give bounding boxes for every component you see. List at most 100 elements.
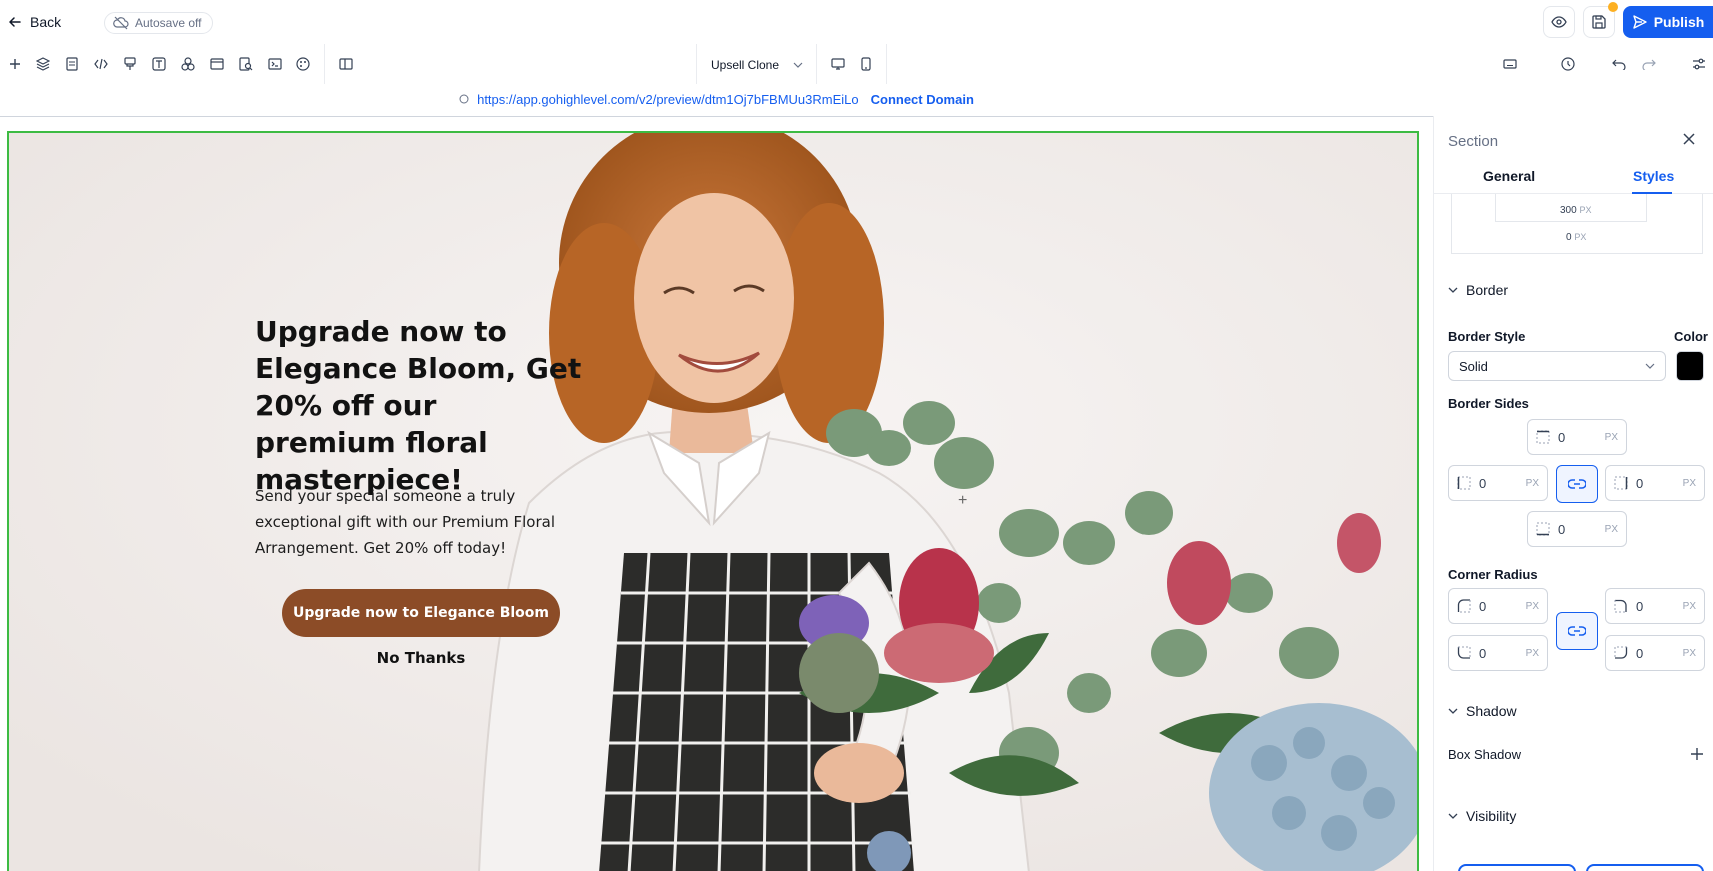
top-bar: Back Autosave off Publish bbox=[0, 0, 1713, 44]
radius-top-right-input[interactable]: 0 PX bbox=[1605, 588, 1705, 624]
smartphone-icon bbox=[861, 57, 871, 71]
upgrade-button[interactable]: Upgrade now to Elegance Bloom bbox=[282, 589, 560, 637]
desktop-view-button[interactable] bbox=[827, 53, 849, 75]
code-button[interactable] bbox=[90, 53, 112, 75]
chevron-down-icon bbox=[1448, 708, 1458, 714]
plus-icon bbox=[1691, 748, 1703, 760]
pages-button[interactable] bbox=[61, 53, 83, 75]
chevron-down-icon bbox=[1448, 813, 1458, 819]
corner-top-right-icon bbox=[1614, 599, 1628, 613]
border-left-input[interactable]: 0 PX bbox=[1448, 465, 1548, 501]
seo-button[interactable] bbox=[235, 53, 257, 75]
split-view-button[interactable] bbox=[335, 53, 357, 75]
no-thanks-link[interactable]: No Thanks bbox=[282, 649, 560, 667]
visibility-desktop-toggle[interactable] bbox=[1458, 864, 1576, 871]
radius-bottom-left-value: 0 bbox=[1479, 645, 1487, 661]
arrow-left-icon bbox=[8, 15, 22, 29]
border-section-toggle[interactable]: Border bbox=[1448, 282, 1508, 298]
shadow-heading: Shadow bbox=[1466, 703, 1517, 719]
layers-icon bbox=[36, 57, 50, 71]
preview-url-link[interactable]: https://app.gohighlevel.com/v2/preview/d… bbox=[477, 92, 859, 107]
add-element-button[interactable] bbox=[4, 53, 26, 75]
connect-domain-link[interactable]: Connect Domain bbox=[871, 92, 974, 107]
padding-bottom-value[interactable]: 300 PX bbox=[1560, 205, 1591, 216]
mobile-view-button[interactable] bbox=[855, 53, 877, 75]
editor-toolbar: Upsell Clone bbox=[0, 44, 1713, 84]
plus-icon bbox=[9, 58, 21, 70]
border-left-unit: PX bbox=[1525, 477, 1539, 489]
autosave-label: Autosave off bbox=[135, 16, 202, 30]
border-style-value: Solid bbox=[1459, 358, 1488, 374]
border-top-value: 0 bbox=[1558, 429, 1566, 445]
preview-button[interactable] bbox=[1543, 6, 1575, 38]
close-icon bbox=[1682, 132, 1696, 146]
add-box-shadow-button[interactable] bbox=[1691, 748, 1703, 760]
paint-bucket-icon bbox=[124, 57, 136, 71]
hero-headline[interactable]: Upgrade now to Elegance Bloom, Get 20% o… bbox=[255, 313, 585, 498]
palette-icon bbox=[296, 57, 310, 71]
border-left-value: 0 bbox=[1479, 475, 1487, 491]
tab-general[interactable]: General bbox=[1483, 168, 1535, 184]
border-right-value: 0 bbox=[1636, 475, 1644, 491]
hero-subtext[interactable]: Send your special someone a truly except… bbox=[255, 483, 555, 561]
paint-button[interactable] bbox=[119, 53, 141, 75]
link-border-sides-button[interactable] bbox=[1556, 465, 1598, 503]
border-bottom-input[interactable]: 0 PX bbox=[1527, 511, 1627, 547]
link-corner-radius-button[interactable] bbox=[1556, 612, 1598, 650]
border-color-swatch[interactable] bbox=[1676, 351, 1704, 381]
shadow-section-toggle[interactable]: Shadow bbox=[1448, 703, 1517, 719]
chevron-down-icon bbox=[793, 62, 803, 68]
link-icon bbox=[1568, 626, 1586, 636]
tab-styles[interactable]: Styles bbox=[1633, 168, 1674, 184]
radius-top-left-unit: PX bbox=[1525, 600, 1539, 612]
close-panel-button[interactable] bbox=[1682, 132, 1696, 146]
text-button[interactable] bbox=[148, 53, 170, 75]
theme-button[interactable] bbox=[292, 53, 314, 75]
page-selector[interactable]: Upsell Clone bbox=[711, 54, 803, 76]
layers-button[interactable] bbox=[32, 53, 54, 75]
radius-top-right-unit: PX bbox=[1682, 600, 1696, 612]
margin-unit: PX bbox=[1574, 232, 1587, 242]
visibility-section-toggle[interactable]: Visibility bbox=[1448, 808, 1516, 824]
panel-tabs: General Styles bbox=[1434, 164, 1713, 194]
components-button[interactable] bbox=[177, 53, 199, 75]
crosshair-cursor-icon: + bbox=[958, 492, 968, 509]
toolbar-divider bbox=[696, 44, 697, 84]
border-top-input[interactable]: 0 PX bbox=[1527, 419, 1627, 455]
settings-button[interactable] bbox=[1688, 53, 1710, 75]
padding-unit: PX bbox=[1579, 205, 1592, 215]
section-canvas[interactable]: Upgrade now to Elegance Bloom, Get 20% o… bbox=[7, 131, 1419, 871]
corner-bottom-right-icon bbox=[1614, 646, 1628, 660]
search-doc-icon bbox=[239, 57, 253, 71]
unsaved-dot bbox=[1608, 2, 1618, 12]
border-right-input[interactable]: 0 PX bbox=[1605, 465, 1705, 501]
save-icon bbox=[1592, 15, 1606, 29]
margin-bottom-value[interactable]: 0 PX bbox=[1566, 232, 1586, 243]
radius-top-left-value: 0 bbox=[1479, 598, 1487, 614]
border-top-unit: PX bbox=[1604, 431, 1618, 443]
chevron-down-icon bbox=[1645, 363, 1655, 369]
terminal-icon bbox=[268, 58, 282, 70]
shapes-icon bbox=[181, 57, 195, 71]
page-name: Upsell Clone bbox=[711, 58, 780, 72]
border-heading: Border bbox=[1466, 282, 1509, 298]
visibility-heading: Visibility bbox=[1466, 808, 1517, 824]
publish-button[interactable]: Publish bbox=[1623, 6, 1713, 38]
radius-top-left-input[interactable]: 0 PX bbox=[1448, 588, 1548, 624]
toolbar-divider bbox=[324, 44, 325, 84]
preview-url-bar: https://app.gohighlevel.com/v2/preview/d… bbox=[0, 86, 1433, 112]
undo-button[interactable] bbox=[1608, 53, 1630, 75]
border-bottom-unit: PX bbox=[1604, 523, 1618, 535]
terminal-button[interactable] bbox=[264, 53, 286, 75]
keyboard-shortcuts-button[interactable] bbox=[1499, 53, 1521, 75]
back-button[interactable]: Back bbox=[8, 10, 61, 34]
radius-bottom-right-input[interactable]: 0 PX bbox=[1605, 635, 1705, 671]
publish-label: Publish bbox=[1653, 14, 1705, 30]
history-button[interactable] bbox=[1557, 53, 1579, 75]
radius-bottom-left-input[interactable]: 0 PX bbox=[1448, 635, 1548, 671]
border-style-select[interactable]: Solid bbox=[1448, 351, 1666, 381]
visibility-mobile-toggle[interactable] bbox=[1586, 864, 1704, 871]
redo-button[interactable] bbox=[1638, 53, 1660, 75]
autosave-toggle[interactable]: Autosave off bbox=[104, 12, 213, 34]
popup-button[interactable] bbox=[206, 53, 228, 75]
